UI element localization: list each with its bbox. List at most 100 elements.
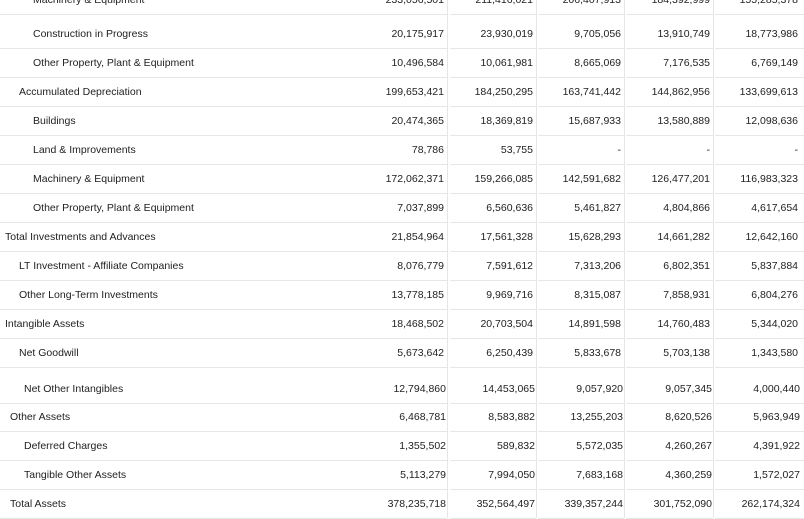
table-row: Other Property, Plant & Equipment 7,037,8… bbox=[0, 194, 804, 223]
value-cell: 159,266,085 bbox=[474, 173, 533, 185]
value-cell: 13,580,889 bbox=[657, 115, 710, 127]
value-cell: 14,891,598 bbox=[568, 318, 621, 330]
value-cell: 184,250,295 bbox=[474, 86, 533, 98]
value-cell: 10,496,584 bbox=[391, 57, 444, 69]
value-cell: 5,673,642 bbox=[397, 347, 444, 359]
value-cell: 262,174,324 bbox=[741, 498, 800, 510]
value-cell: 6,769,149 bbox=[751, 57, 798, 69]
row-label: Total Investments and Advances bbox=[5, 231, 156, 243]
value-cell: 352,564,497 bbox=[476, 498, 535, 510]
table-row: Accumulated Depreciation 199,653,421 184,2… bbox=[0, 78, 804, 107]
value-cell: - bbox=[617, 144, 622, 156]
value-cell: 6,802,351 bbox=[663, 260, 710, 272]
table-row: Machinery & Equipment 233,056,501 211,416,… bbox=[0, 0, 804, 15]
row-label: Deferred Charges bbox=[24, 440, 108, 452]
value-cell: 4,391,922 bbox=[753, 440, 800, 452]
value-cell: 133,699,613 bbox=[739, 86, 798, 98]
value-cell: 18,369,819 bbox=[480, 115, 533, 127]
row-label: Net Goodwill bbox=[19, 347, 79, 359]
value-cell: 15,687,933 bbox=[568, 115, 621, 127]
value-cell: 7,683,168 bbox=[576, 469, 623, 481]
value-cell: 10,061,981 bbox=[480, 57, 533, 69]
value-cell: 233,056,501 bbox=[385, 0, 444, 6]
value-cell: 14,453,065 bbox=[482, 383, 535, 395]
value-cell: 7,994,050 bbox=[488, 469, 535, 481]
value-cell: 184,392,999 bbox=[651, 0, 710, 6]
value-cell: 20,703,504 bbox=[480, 318, 533, 330]
row-label: Machinery & Equipment bbox=[33, 0, 145, 6]
row-label: Other Assets bbox=[10, 411, 71, 423]
value-cell: 13,778,185 bbox=[391, 289, 444, 301]
value-cell: 15,628,293 bbox=[568, 231, 621, 243]
row-label: Land & Improvements bbox=[33, 144, 136, 156]
value-cell: 20,175,917 bbox=[391, 28, 444, 40]
value-cell: 155,285,378 bbox=[739, 0, 798, 6]
value-cell: 53,755 bbox=[500, 144, 533, 156]
row-label: Other Property, Plant & Equipment bbox=[33, 57, 194, 69]
value-cell: 18,468,502 bbox=[391, 318, 444, 330]
value-cell: 78,786 bbox=[411, 144, 444, 156]
table-row: Net Goodwill 5,673,642 6,250,439 5,833,678 5… bbox=[0, 339, 804, 368]
row-label: Machinery & Equipment bbox=[33, 173, 145, 185]
value-cell: 5,113,279 bbox=[400, 469, 446, 481]
row-label: Buildings bbox=[33, 115, 76, 127]
value-cell: 8,583,882 bbox=[488, 411, 535, 423]
value-cell: 5,461,827 bbox=[574, 202, 621, 214]
value-cell: 9,057,920 bbox=[576, 383, 623, 395]
value-cell: 6,468,781 bbox=[399, 411, 446, 423]
value-cell: 14,661,282 bbox=[657, 231, 710, 243]
value-cell: 9,057,345 bbox=[665, 383, 712, 395]
value-cell: 12,098,636 bbox=[745, 115, 798, 127]
value-cell: 14,760,483 bbox=[657, 318, 710, 330]
value-cell: 7,176,535 bbox=[663, 57, 710, 69]
value-cell: 6,560,636 bbox=[486, 202, 533, 214]
value-cell: 12,794,860 bbox=[393, 383, 446, 395]
value-cell: 4,804,866 bbox=[663, 202, 710, 214]
value-cell: 12,642,160 bbox=[745, 231, 798, 243]
value-cell: 144,862,956 bbox=[651, 86, 710, 98]
value-cell: 378,235,718 bbox=[387, 498, 446, 510]
value-cell: 172,062,371 bbox=[385, 173, 444, 185]
value-cell: 301,752,090 bbox=[653, 498, 712, 510]
table-row: Construction in Progress 20,175,917 23,930… bbox=[0, 20, 804, 49]
value-cell: 5,572,035 bbox=[576, 440, 623, 452]
value-cell: 18,773,986 bbox=[745, 28, 798, 40]
table-row: Total Assets 378,235,718 352,564,497 339,35… bbox=[0, 490, 804, 519]
value-cell: 7,037,899 bbox=[397, 202, 444, 214]
value-cell: 13,910,749 bbox=[657, 28, 710, 40]
value-cell: 9,705,056 bbox=[574, 28, 621, 40]
row-label: Construction in Progress bbox=[33, 28, 148, 40]
value-cell: 4,617,654 bbox=[751, 202, 798, 214]
value-cell: 5,703,138 bbox=[663, 347, 710, 359]
value-cell: 7,591,612 bbox=[486, 260, 533, 272]
value-cell: 211,416,021 bbox=[475, 0, 533, 6]
table-row: Total Investments and Advances 21,854,964… bbox=[0, 223, 804, 252]
value-cell: 206,407,913 bbox=[562, 0, 621, 6]
value-cell: 1,343,580 bbox=[751, 347, 798, 359]
value-cell: 8,076,779 bbox=[397, 260, 444, 272]
value-cell: 5,833,678 bbox=[574, 347, 621, 359]
value-cell: 8,315,087 bbox=[574, 289, 621, 301]
row-label: Accumulated Depreciation bbox=[19, 86, 142, 98]
value-cell: 1,355,502 bbox=[399, 440, 446, 452]
value-cell: 6,804,276 bbox=[751, 289, 798, 301]
table-row: Land & Improvements 78,786 53,755 - - - bbox=[0, 136, 804, 165]
table-row: Deferred Charges 1,355,502 589,832 5,572,03… bbox=[0, 432, 804, 461]
table-row: Tangible Other Assets 5,113,279 7,994,050 7… bbox=[0, 461, 804, 490]
value-cell: 5,837,884 bbox=[751, 260, 798, 272]
value-cell: 17,561,328 bbox=[480, 231, 533, 243]
value-cell: 142,591,682 bbox=[562, 173, 621, 185]
table-row: Other Long-Term Investments 13,778,185 9,9… bbox=[0, 281, 804, 310]
value-cell: 5,963,949 bbox=[753, 411, 800, 423]
value-cell: 9,969,716 bbox=[486, 289, 533, 301]
value-cell: 589,832 bbox=[497, 440, 535, 452]
value-cell: 199,653,421 bbox=[385, 86, 444, 98]
value-cell: 4,360,259 bbox=[665, 469, 712, 481]
value-cell: 5,344,020 bbox=[751, 318, 798, 330]
value-cell: 126,477,201 bbox=[651, 173, 710, 185]
value-cell: 1,572,027 bbox=[753, 469, 800, 481]
row-label: LT Investment - Affiliate Companies bbox=[19, 260, 184, 272]
row-label: Intangible Assets bbox=[5, 318, 85, 330]
table-row: Machinery & Equipment 172,062,371 159,266,… bbox=[0, 165, 804, 194]
value-cell: 163,741,442 bbox=[562, 86, 621, 98]
